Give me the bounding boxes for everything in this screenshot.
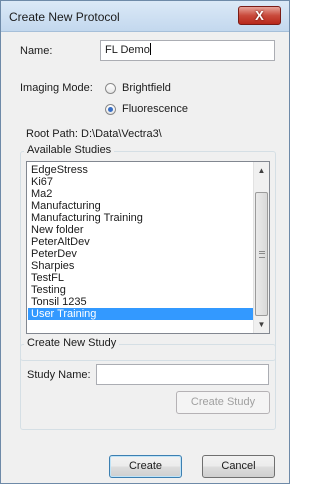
list-item[interactable]: Sharpies [28, 260, 253, 272]
studies-listbox[interactable]: EdgeStress Ki67 Ma2 Manufacturing Manufa… [26, 161, 270, 334]
brightfield-radio-label[interactable]: Brightfield [122, 82, 171, 94]
dialog-body: Name: FL Demo Imaging Mode: Brightfield … [7, 31, 283, 479]
name-input-value: FL Demo [105, 44, 150, 56]
title-bar[interactable]: Create New Protocol X [1, 1, 289, 32]
cancel-button[interactable]: Cancel [202, 455, 275, 478]
list-item[interactable]: PeterDev [28, 248, 253, 260]
root-path-text: Root Path: D:\Data\Vectra3\ [26, 128, 162, 140]
list-item[interactable]: New folder [28, 224, 253, 236]
available-studies-group: Available Studies EdgeStress Ki67 Ma2 Ma… [20, 144, 276, 361]
list-item[interactable]: TestFL [28, 272, 253, 284]
fluorescence-radio-label[interactable]: Fluorescence [122, 103, 188, 115]
brightfield-radio[interactable] [105, 83, 116, 94]
scrollbar-thumb[interactable] [255, 192, 268, 316]
close-button[interactable]: X [238, 6, 281, 25]
create-new-protocol-dialog: Create New Protocol X Name: FL Demo Imag… [0, 0, 290, 484]
name-label: Name: [20, 45, 53, 57]
scroll-down-icon[interactable]: ▼ [254, 317, 269, 332]
imaging-mode-label: Imaging Mode: [20, 82, 93, 94]
study-name-label: Study Name: [27, 369, 91, 381]
available-studies-legend: Available Studies [24, 144, 115, 156]
list-item[interactable]: Testing [28, 284, 253, 296]
study-name-input[interactable] [96, 364, 269, 385]
name-input[interactable]: FL Demo [100, 40, 275, 61]
text-cursor [149, 43, 151, 55]
close-icon: X [255, 8, 264, 23]
list-item[interactable]: Manufacturing Training [28, 212, 253, 224]
window-title: Create New Protocol [9, 10, 120, 24]
list-item-selected[interactable]: User Training [28, 308, 253, 320]
list-item[interactable]: Ki67 [28, 176, 253, 188]
fluorescence-radio[interactable] [105, 104, 116, 115]
list-item[interactable]: Manufacturing [28, 200, 253, 212]
list-item[interactable]: Tonsil 1235 [28, 296, 253, 308]
create-new-study-legend: Create New Study [24, 337, 120, 349]
create-button[interactable]: Create [109, 455, 182, 478]
list-item[interactable]: PeterAltDev [28, 236, 253, 248]
list-item[interactable]: EdgeStress [28, 164, 253, 176]
studies-scrollbar[interactable]: ▲ ▼ [253, 162, 269, 333]
scroll-up-icon[interactable]: ▲ [254, 163, 269, 178]
create-new-study-group: Create New Study Study Name: Create Stud… [20, 337, 276, 430]
grip-icon [259, 251, 265, 258]
list-item[interactable]: Ma2 [28, 188, 253, 200]
create-study-button[interactable]: Create Study [176, 391, 270, 414]
